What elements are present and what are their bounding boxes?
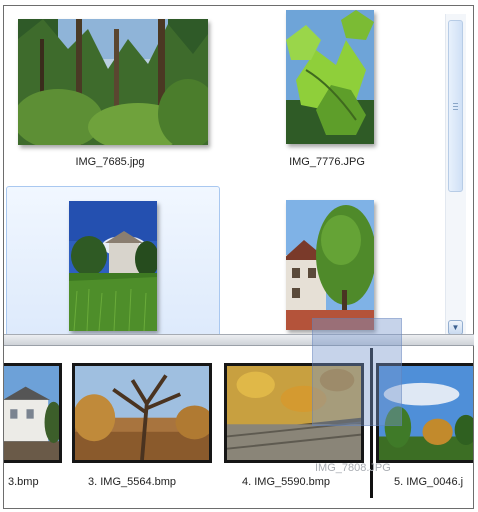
thumbnail-item[interactable]: IMG_7776.JPG xyxy=(234,10,434,180)
filmstrip-caption: 5. IMG_0046.j xyxy=(394,476,464,488)
chevron-down-icon: ▼ xyxy=(451,323,460,332)
thumbnail-item[interactable] xyxy=(234,186,434,334)
scrollbar-thumb[interactable] xyxy=(448,20,463,192)
thumbnail-caption: IMG_7776.JPG xyxy=(289,156,365,168)
filmstrip-caption: 4. IMG_5590.bmp xyxy=(242,476,331,488)
thumbnail-browser[interactable]: IMG_7685.jpg IMG_7776.JPG ▼ xyxy=(4,6,473,334)
drag-ghost-label: IMG_7808.JPG xyxy=(315,462,391,474)
filmstrip-caption: 3.bmp xyxy=(8,476,39,488)
thumbnail-image[interactable] xyxy=(69,201,157,331)
thumbnail-caption: IMG_7685.jpg xyxy=(75,156,145,168)
thumbnail-item-selected[interactable] xyxy=(6,186,220,334)
thumbnail-image[interactable] xyxy=(286,10,374,144)
vertical-scrollbar[interactable]: ▼ xyxy=(445,14,466,334)
thumbnail-item[interactable]: IMG_7685.jpg xyxy=(10,10,220,180)
filmstrip-image[interactable] xyxy=(4,363,62,463)
drag-ghost-image xyxy=(312,318,402,426)
scroll-down-button[interactable]: ▼ xyxy=(448,320,463,334)
thumbnail-image[interactable] xyxy=(286,200,374,330)
filmstrip-image[interactable] xyxy=(72,363,212,463)
thumbnail-image[interactable] xyxy=(18,19,208,145)
pane-splitter[interactable] xyxy=(4,334,474,346)
filmstrip[interactable]: 3.bmp 3. IMG_5564.bmp 4. IMG_5590.bmp 5.… xyxy=(4,346,473,508)
filmstrip-caption: 3. IMG_5564.bmp xyxy=(88,476,177,488)
